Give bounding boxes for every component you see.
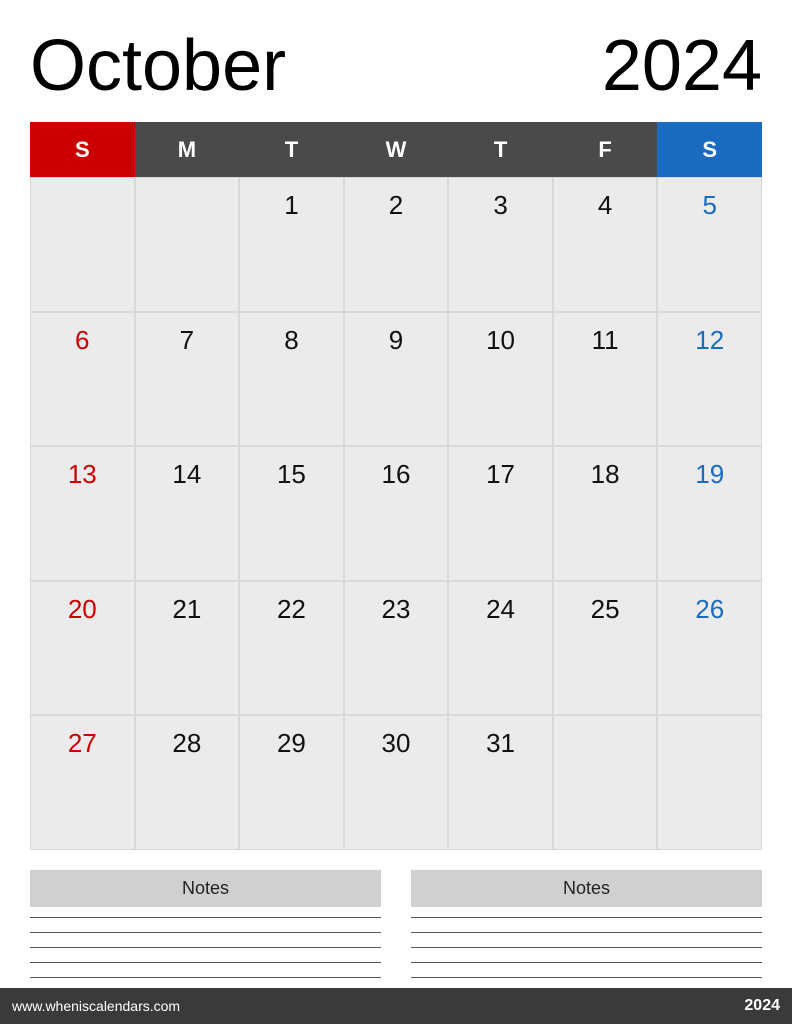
day-headers-row: S M T W T F S <box>30 122 762 177</box>
day-cell-14: 14 <box>135 446 240 581</box>
day-cell-4: 4 <box>553 177 658 312</box>
notes-box-left: Notes <box>30 870 381 978</box>
day-cell-3: 3 <box>448 177 553 312</box>
day-cell-28: 28 <box>135 715 240 850</box>
notes-line <box>30 977 381 978</box>
day-cell-10: 10 <box>448 312 553 447</box>
day-header-wednesday: W <box>344 122 449 177</box>
notes-line <box>411 962 762 963</box>
day-cell-1: 1 <box>239 177 344 312</box>
day-cell-18: 18 <box>553 446 658 581</box>
day-cell-empty <box>135 177 240 312</box>
day-cell-27: 27 <box>30 715 135 850</box>
day-cell-31: 31 <box>448 715 553 850</box>
day-cell-7: 7 <box>135 312 240 447</box>
day-cell-empty <box>657 715 762 850</box>
day-cell-20: 20 <box>30 581 135 716</box>
day-header-saturday: S <box>657 122 762 177</box>
day-cell-5: 5 <box>657 177 762 312</box>
notes-line <box>411 977 762 978</box>
footer: www.wheniscalendars.com 2024 <box>0 988 792 1024</box>
notes-section: Notes Notes <box>30 870 762 978</box>
week-row-5: 27 28 29 30 31 <box>30 715 762 850</box>
notes-line <box>30 932 381 933</box>
week-row-3: 13 14 15 16 17 18 19 <box>30 446 762 581</box>
day-cell-24: 24 <box>448 581 553 716</box>
day-cell-30: 30 <box>344 715 449 850</box>
day-header-sunday: S <box>30 122 135 177</box>
year-title: 2024 <box>602 30 762 102</box>
notes-line <box>411 947 762 948</box>
day-cell-19: 19 <box>657 446 762 581</box>
day-cell-25: 25 <box>553 581 658 716</box>
notes-line <box>411 917 762 918</box>
notes-line <box>30 947 381 948</box>
day-cell-23: 23 <box>344 581 449 716</box>
notes-line <box>30 917 381 918</box>
day-cell-6: 6 <box>30 312 135 447</box>
day-cell-17: 17 <box>448 446 553 581</box>
day-cell-9: 9 <box>344 312 449 447</box>
day-cell-22: 22 <box>239 581 344 716</box>
notes-line <box>411 932 762 933</box>
day-cell-8: 8 <box>239 312 344 447</box>
day-cell-26: 26 <box>657 581 762 716</box>
week-row-2: 6 7 8 9 10 11 12 <box>30 312 762 447</box>
day-cell-16: 16 <box>344 446 449 581</box>
day-header-thursday: T <box>448 122 553 177</box>
footer-url: www.wheniscalendars.com <box>12 998 180 1014</box>
day-cell-13: 13 <box>30 446 135 581</box>
page: October 2024 S M T W T F S 1 2 3 4 5 <box>0 0 792 1024</box>
notes-box-right: Notes <box>411 870 762 978</box>
day-cell-empty <box>30 177 135 312</box>
month-title: October <box>30 30 286 102</box>
week-row-4: 20 21 22 23 24 25 26 <box>30 581 762 716</box>
week-row-1: 1 2 3 4 5 <box>30 177 762 312</box>
day-cell-2: 2 <box>344 177 449 312</box>
day-cell-29: 29 <box>239 715 344 850</box>
day-header-tuesday: T <box>239 122 344 177</box>
calendar-header: October 2024 <box>30 30 762 102</box>
footer-year: 2024 <box>744 997 780 1015</box>
day-cell-15: 15 <box>239 446 344 581</box>
day-cell-empty <box>553 715 658 850</box>
calendar-weeks: 1 2 3 4 5 6 7 8 9 10 11 12 13 14 15 16 <box>30 177 762 850</box>
day-cell-11: 11 <box>553 312 658 447</box>
notes-header-left: Notes <box>30 870 381 907</box>
notes-lines-left <box>30 917 381 978</box>
day-cell-21: 21 <box>135 581 240 716</box>
day-cell-12: 12 <box>657 312 762 447</box>
notes-lines-right <box>411 917 762 978</box>
notes-header-right: Notes <box>411 870 762 907</box>
day-header-friday: F <box>553 122 658 177</box>
calendar-grid: S M T W T F S 1 2 3 4 5 6 7 8 <box>30 122 762 850</box>
day-header-monday: M <box>135 122 240 177</box>
notes-line <box>30 962 381 963</box>
